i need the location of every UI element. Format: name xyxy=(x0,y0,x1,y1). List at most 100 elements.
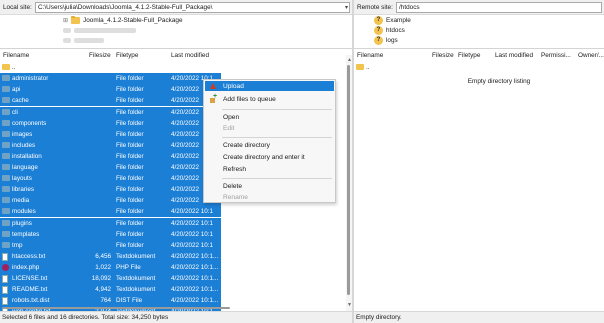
col-last-modified[interactable]: Last modified xyxy=(495,52,533,59)
col-filetype[interactable]: Filetype xyxy=(458,52,480,59)
row-last-modified: 4/20/2022 10:1... xyxy=(171,297,219,305)
row-filetype: File folder xyxy=(116,186,144,194)
folder-icon xyxy=(2,197,10,205)
table-row[interactable]: media File folder 4/20/2022 xyxy=(0,195,221,207)
folder-up-icon xyxy=(2,64,10,72)
table-row[interactable]: robots.txt.dist 764 DIST File 4/20/2022 10:… xyxy=(0,295,221,307)
remote-column-header: Filename Filesize Filetype Last modified… xyxy=(354,50,604,61)
menu-item-create-directory-enter[interactable]: Create directory and enter it xyxy=(205,152,334,162)
row-name: LICENSE.txt xyxy=(12,275,48,282)
menu-item-label: Open xyxy=(223,113,240,121)
remote-status-bar: Empty directory. xyxy=(354,311,604,323)
col-filename[interactable]: Filename xyxy=(357,52,383,59)
row-name: api xyxy=(12,86,21,94)
table-row[interactable]: plugins File folder 4/20/2022 10:1 xyxy=(0,217,221,229)
question-folder-icon: ? xyxy=(374,15,383,25)
col-filetype[interactable]: Filetype xyxy=(116,52,138,59)
local-tree-item-blurred[interactable] xyxy=(63,25,136,35)
context-menu: Upload Add files to queue Open Edit Crea… xyxy=(203,79,336,203)
col-permissions[interactable]: Permissi... xyxy=(541,52,571,59)
menu-item-label: Add files to queue xyxy=(223,95,276,103)
row-filetype: File folder xyxy=(116,130,144,138)
folder-icon xyxy=(2,164,10,172)
table-row[interactable]: libraries File folder 4/20/2022 xyxy=(0,184,221,196)
row-name: .. xyxy=(366,64,370,71)
local-directory-tree: ⊞ Joomla_4.1.2-Stable-Full_Package xyxy=(0,15,352,49)
remote-tree-item[interactable]: ? logs xyxy=(374,35,398,45)
table-row[interactable]: cli File folder 4/20/2022 xyxy=(0,106,221,118)
local-status-bar: Selected 6 files and 16 directories. Tot… xyxy=(0,311,352,323)
col-filesize[interactable]: Filesize xyxy=(432,52,454,59)
remote-site-path-text: /htdocs xyxy=(399,3,420,11)
table-row[interactable]: api File folder 4/20/2022 xyxy=(0,84,221,96)
local-column-header: Filename Filesize Filetype Last modified xyxy=(0,50,346,61)
col-owner[interactable]: Owner/... xyxy=(578,52,604,59)
local-tree-item-blurred[interactable] xyxy=(63,35,104,45)
table-row[interactable]: installation File folder 4/20/2022 xyxy=(0,150,221,162)
menu-item-delete[interactable]: Delete xyxy=(205,181,334,191)
row-name: .. xyxy=(12,64,16,71)
upload-icon xyxy=(210,83,216,91)
remote-tree-item[interactable]: ? Example xyxy=(374,15,411,25)
folder-icon xyxy=(2,108,10,117)
row-last-modified: 4/20/2022 10:1 xyxy=(171,241,214,249)
table-row[interactable]: includes File folder 4/20/2022 xyxy=(0,139,221,151)
remote-site-path-input[interactable]: /htdocs xyxy=(396,1,602,13)
menu-item-add-to-queue[interactable]: Add files to queue xyxy=(205,93,334,104)
folder-icon xyxy=(2,152,10,161)
table-row[interactable]: tmp File folder 4/20/2022 10:1 xyxy=(0,239,221,251)
expand-icon[interactable]: ⊞ xyxy=(63,17,68,24)
scroll-thumb[interactable] xyxy=(2,307,230,309)
table-row[interactable]: images File folder 4/20/2022 xyxy=(0,128,221,140)
row-filesize: 1,022 xyxy=(95,263,111,271)
table-row[interactable]: LICENSE.txt 18,092 Textdokument 4/20/2022 1… xyxy=(0,273,221,284)
local-status-text: Selected 6 files and 16 directories. Tot… xyxy=(2,314,169,321)
col-filesize[interactable]: Filesize xyxy=(89,52,111,59)
folder-icon xyxy=(71,15,81,24)
row-filetype: File folder xyxy=(116,241,144,249)
parent-directory-row[interactable]: .. xyxy=(354,62,575,73)
local-tree-item[interactable]: ⊞ Joomla_4.1.2-Stable-Full_Package xyxy=(63,15,183,25)
menu-separator xyxy=(222,109,332,110)
col-filename[interactable]: Filename xyxy=(3,52,29,59)
table-row[interactable]: administrator File folder 4/20/2022 10:1 xyxy=(0,73,221,85)
table-row[interactable]: components File folder 4/20/2022 xyxy=(0,117,221,129)
menu-item-refresh[interactable]: Refresh xyxy=(205,164,334,174)
menu-item-create-directory[interactable]: Create directory xyxy=(205,140,334,150)
scroll-thumb[interactable] xyxy=(347,65,350,295)
folder-icon xyxy=(2,86,10,94)
menu-item-label: Edit xyxy=(223,124,235,132)
chevron-down-icon[interactable]: ▾ xyxy=(345,3,348,12)
table-row[interactable]: htaccess.txt 6,456 Textdokument 4/20/2022 1… xyxy=(0,250,221,262)
row-filetype: Textdokument xyxy=(116,252,156,260)
folder-icon xyxy=(2,219,10,228)
menu-item-label: Refresh xyxy=(223,165,247,173)
blurred-label xyxy=(74,37,104,43)
menu-item-upload[interactable]: Upload xyxy=(205,81,334,91)
row-name: index.php xyxy=(12,263,40,271)
menu-item-rename: Rename xyxy=(205,192,334,202)
col-last-modified[interactable]: Last modified xyxy=(171,52,209,59)
parent-directory-row[interactable]: .. xyxy=(0,62,221,73)
row-name: cache xyxy=(12,97,29,105)
row-name: htaccess.txt xyxy=(12,252,46,260)
row-name: components xyxy=(12,119,47,127)
table-row[interactable]: layouts File folder 4/20/2022 xyxy=(0,173,221,185)
table-row[interactable]: index.php 1,022 PHP File 4/20/2022 10:1... xyxy=(0,261,221,273)
table-row[interactable]: modules File folder 4/20/2022 10:1 xyxy=(0,206,221,218)
row-name: tmp xyxy=(12,241,23,249)
menu-item-open[interactable]: Open xyxy=(205,112,334,122)
table-row[interactable]: templates File folder 4/20/2022 10:1 xyxy=(0,228,221,240)
menu-item-label: Rename xyxy=(223,193,248,201)
local-site-path-input[interactable]: C:\Users\julia\Downloads\Joomla_4.1.2-St… xyxy=(35,1,350,13)
remote-tree-item[interactable]: ? htdocs xyxy=(374,25,405,35)
remote-directory-tree: ? Example ? htdocs ? logs xyxy=(354,15,604,49)
table-row[interactable]: cache File folder 4/20/2022 xyxy=(0,95,221,107)
row-filetype: Textdokument xyxy=(116,286,156,294)
row-filetype: File folder xyxy=(116,208,144,216)
table-row[interactable]: language File folder 4/20/2022 xyxy=(0,162,221,173)
local-horizontal-scrollbar[interactable] xyxy=(0,306,346,310)
table-row[interactable]: README.txt 4,942 Textdokument 4/20/2022 10:… xyxy=(0,284,221,296)
row-last-modified: 4/20/2022 xyxy=(171,97,200,105)
question-folder-icon: ? xyxy=(374,25,383,35)
